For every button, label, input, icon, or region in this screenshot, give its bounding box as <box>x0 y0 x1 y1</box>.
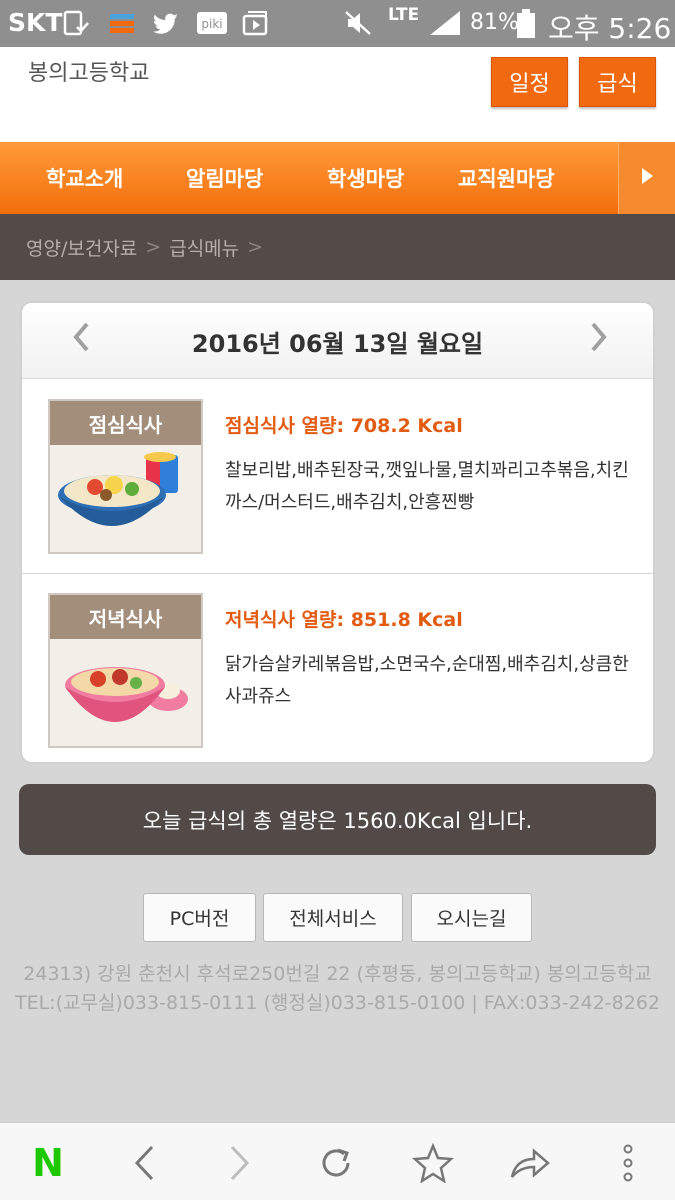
dinner-section: 저녁식사 저녁식사 열량: 851.8 Kcal 닭가슴살카레볶음밥,소면국수,… <box>22 574 653 762</box>
footer-address: 24313) 강원 춘천시 후석로250번길 22 (후평동, 봉의고등학교) … <box>23 963 652 985</box>
lunch-section: 점심식사 점심식사 열량: 708.2 Kcal 찰보리밥,배추된장국,깻잎나물… <box>22 380 653 574</box>
breadcrumb-separator: > <box>247 236 264 258</box>
play-arrow-icon <box>640 166 654 191</box>
media-icon <box>242 9 270 37</box>
breadcrumb-item-meal-menu[interactable]: 급식메뉴 <box>169 234 239 261</box>
site-title[interactable]: 봉의고등학교 <box>28 55 149 87</box>
forward-icon[interactable] <box>218 1141 262 1185</box>
bibimbap-bowl-icon <box>58 452 178 526</box>
mute-icon <box>344 9 372 37</box>
chevron-left-icon <box>73 322 89 360</box>
pc-version-button[interactable]: PC버전 <box>143 893 256 942</box>
soup-bowl-icon <box>65 667 188 722</box>
breadcrumb-item-nutrition[interactable]: 영양/보건자료 <box>26 234 137 261</box>
dinner-calories: 저녁식사 열량: 851.8 Kcal <box>225 609 463 631</box>
piki-icon: piki <box>196 9 228 37</box>
stack-icon <box>108 9 136 37</box>
battery-icon <box>516 9 536 38</box>
browser-toolbar: N <box>0 1122 675 1200</box>
footer-contact: TEL:(교무실)033-815-0111 (행정실)033-815-0100 … <box>14 992 661 1014</box>
meal-date: 2016년 06월 13일 월요일 <box>191 329 484 358</box>
dinner-menu: 닭가슴살카레볶음밥,소면국수,순대찜,배추김치,상큼한사과쥬스 <box>225 654 629 707</box>
lunch-image: 점심식사 <box>48 399 203 554</box>
battery-percent: 81% <box>470 10 519 35</box>
piki-label: piki <box>201 17 222 31</box>
prev-day-button[interactable] <box>66 322 96 360</box>
more-icon[interactable] <box>606 1141 650 1185</box>
back-icon[interactable] <box>122 1141 166 1185</box>
clock: 오후 5:26 <box>548 12 672 45</box>
dinner-image: 저녁식사 <box>48 593 203 748</box>
nav-item-school-intro[interactable]: 학교소개 <box>46 142 123 214</box>
lunch-menu: 찰보리밥,배추된장국,깻잎나물,멸치꽈리고추볶음,치킨까스/머스터드,배추김치,… <box>225 460 629 513</box>
schedule-button[interactable]: 일정 <box>491 57 568 107</box>
nav-item-notices[interactable]: 알림마당 <box>186 142 263 214</box>
twitter-icon <box>152 9 180 37</box>
share-icon[interactable] <box>508 1141 552 1185</box>
directions-button[interactable]: 오시는길 <box>411 893 532 942</box>
next-day-button[interactable] <box>584 322 614 360</box>
naver-icon[interactable]: N <box>26 1141 70 1185</box>
nav-item-staff[interactable]: 교직원마당 <box>458 142 555 214</box>
carrier-label: SKT <box>8 8 63 37</box>
footer-info: 24313) 강원 춘천시 후석로250번길 22 (후평동, 봉의고등학교) … <box>0 960 675 1018</box>
phone-check-icon <box>62 9 90 37</box>
meal-button[interactable]: 급식 <box>579 57 656 107</box>
lunch-tag: 점심식사 <box>50 401 201 445</box>
reload-icon[interactable] <box>314 1141 358 1185</box>
breadcrumb-separator: > <box>145 236 162 258</box>
breadcrumb: 영양/보건자료 > 급식메뉴 > <box>0 214 675 280</box>
nav-item-students[interactable]: 학생마당 <box>327 142 404 214</box>
chevron-right-icon <box>591 322 607 360</box>
bookmark-star-icon[interactable] <box>411 1141 455 1185</box>
network-label: LTE <box>388 5 420 25</box>
status-bar: SKT piki LTE 81% 오후 5:26 <box>0 0 675 47</box>
meal-card: 2016년 06월 13일 월요일 점심식사 점심식사 열량: 708.2 Kc… <box>20 301 655 764</box>
all-services-button[interactable]: 전체서비스 <box>263 893 403 942</box>
total-calories-banner: 오늘 급식의 총 열량은 1560.0Kcal 입니다. <box>19 784 656 855</box>
lunch-calories: 점심식사 열량: 708.2 Kcal <box>225 415 463 437</box>
date-header: 2016년 06월 13일 월요일 <box>22 303 653 379</box>
site-header: 봉의고등학교 일정 급식 <box>0 47 675 142</box>
main-nav: 학교소개 알림마당 학생마당 교직원마당 <box>0 142 675 214</box>
dinner-tag: 저녁식사 <box>50 595 201 639</box>
nav-next-button[interactable] <box>618 142 675 214</box>
signal-icon <box>428 9 462 37</box>
